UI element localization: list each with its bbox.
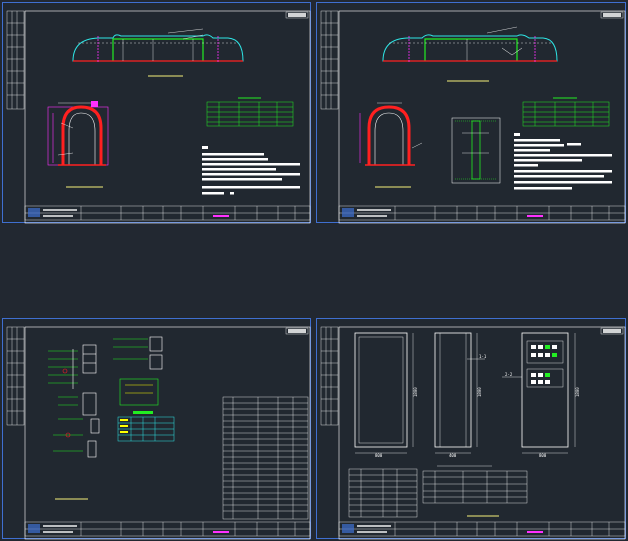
tunnel-cross-section xyxy=(382,26,558,63)
drawing-sheet-2[interactable] xyxy=(316,2,626,224)
general-notes xyxy=(514,133,612,190)
sheet-1-canvas xyxy=(6,10,311,224)
sheet-2-canvas xyxy=(320,10,626,224)
revision-block xyxy=(6,10,25,110)
rebar-table xyxy=(522,101,610,127)
arch-rebar-detail xyxy=(47,101,109,166)
title-block xyxy=(338,521,626,537)
dim-width-side: 400 xyxy=(449,453,457,458)
sheet-4-canvas xyxy=(320,326,626,540)
drawing-sheet-3[interactable] xyxy=(2,318,311,540)
title-block xyxy=(24,205,311,221)
company-logo xyxy=(28,524,40,533)
material-table xyxy=(422,465,528,504)
reinforcement-detail xyxy=(451,117,501,184)
drawing-sheet-4[interactable]: 800 1800 400 1800 800 1800 1-1 2-2 xyxy=(316,318,626,540)
equipment-list-table xyxy=(222,396,309,520)
arch-rebar-detail xyxy=(359,102,423,166)
dim-width-front: 800 xyxy=(375,453,383,458)
company-logo xyxy=(342,524,354,533)
component-table xyxy=(348,468,418,518)
wiring-schematic xyxy=(48,336,163,458)
drawing-sheet-1[interactable] xyxy=(2,2,311,224)
company-logo xyxy=(342,208,354,217)
company-logo xyxy=(28,208,40,217)
rebar-table xyxy=(206,101,294,127)
revision-block xyxy=(6,326,25,426)
section-callout-2: 2-2 xyxy=(505,372,513,377)
section-callout-1: 1-1 xyxy=(479,354,487,359)
cabinet-front-elevation xyxy=(354,332,414,454)
dim-height-front: 1800 xyxy=(413,387,418,397)
revision-block xyxy=(320,10,339,110)
title-block xyxy=(24,521,311,537)
dim-width-panel: 800 xyxy=(539,453,547,458)
terminal-table xyxy=(117,411,175,442)
dim-height-panel: 1800 xyxy=(575,387,580,397)
cabinet-panel-layout xyxy=(502,332,576,454)
panel-indicators xyxy=(531,345,557,384)
revision-block xyxy=(320,326,339,426)
general-notes xyxy=(202,146,300,195)
title-block xyxy=(338,205,626,221)
dim-height-side: 1800 xyxy=(477,387,482,397)
sheet-3-canvas xyxy=(6,326,311,540)
tunnel-cross-section xyxy=(72,28,244,63)
